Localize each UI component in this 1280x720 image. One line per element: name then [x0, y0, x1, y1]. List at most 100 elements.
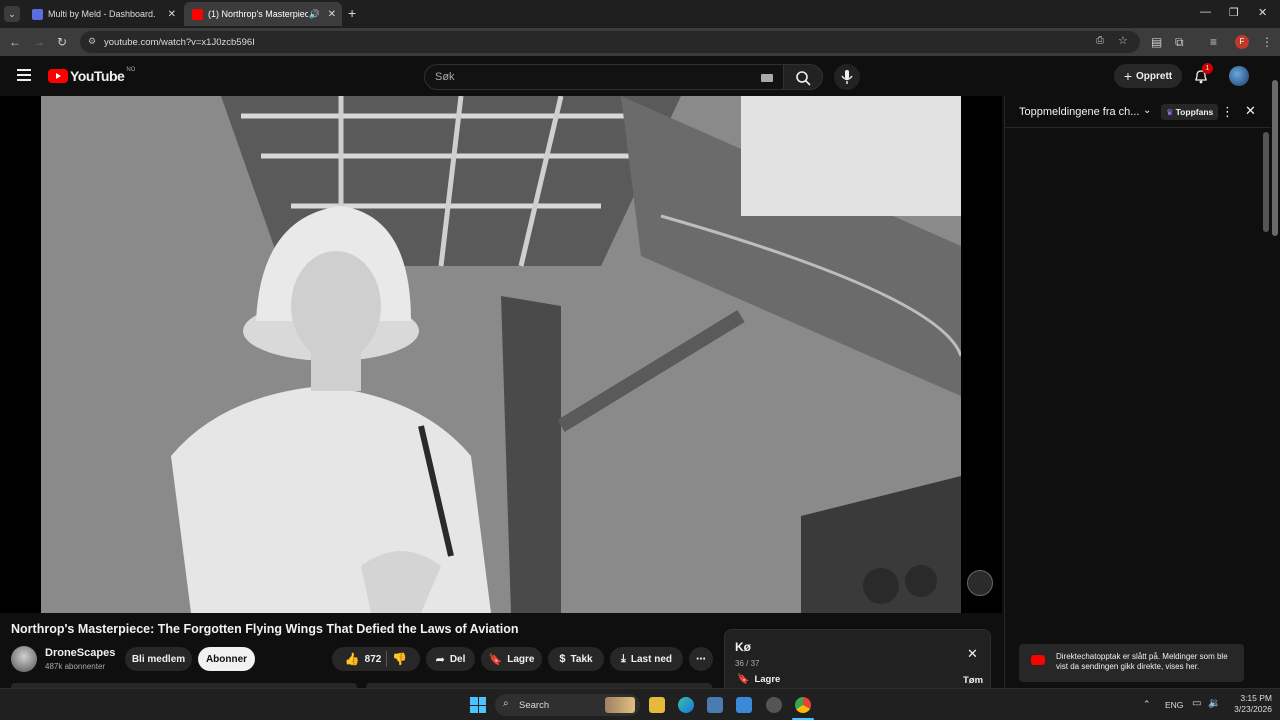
create-button[interactable]: + Opprett: [1114, 64, 1182, 88]
download-button[interactable]: ⤓ Last ned: [610, 647, 683, 671]
tab-title: Multi by Meld - Dashboard.: [48, 9, 156, 19]
edge-browser-icon[interactable]: [678, 697, 694, 713]
taskbar-search-label: Search: [519, 699, 550, 711]
video-frame[interactable]: [41, 96, 961, 613]
search-button[interactable]: [783, 64, 823, 90]
chat-scrollbar[interactable]: [1263, 132, 1269, 232]
meld-favicon-icon: [32, 8, 43, 20]
channel-name[interactable]: DroneScapes: [45, 647, 115, 659]
join-button[interactable]: Bli medlem: [125, 647, 192, 671]
subscriber-count: 487k abonnenter: [45, 662, 106, 671]
like-button[interactable]: 👍 872: [345, 652, 382, 666]
more-actions-button[interactable]: ⋯: [689, 647, 713, 671]
video-player[interactable]: [0, 96, 1002, 613]
create-label: Opprett: [1136, 70, 1173, 82]
queue-title: Kø: [735, 640, 751, 654]
tab-search-button[interactable]: ⌄: [4, 6, 20, 22]
notifications-button[interactable]: 1: [1193, 63, 1213, 89]
queue-position: 36 / 37: [735, 659, 760, 668]
download-label: Last ned: [630, 653, 672, 665]
youtube-favicon-icon: [192, 8, 203, 20]
browser-toolbar: ← → ↻ ⚙ youtube.com/watch?v=x1J0zcb596I …: [0, 28, 1280, 56]
restore-icon[interactable]: ❐: [1229, 6, 1239, 19]
chat-more-icon[interactable]: ⋮: [1221, 104, 1234, 120]
app-icon[interactable]: [707, 697, 723, 713]
search-input[interactable]: Søk: [424, 64, 784, 90]
like-dislike-group: 👍 872 👎: [332, 647, 420, 671]
clock-time: 3:15 PM: [1240, 693, 1272, 703]
chevron-down-icon[interactable]: ⌄: [1143, 105, 1151, 116]
chrome-icon[interactable]: [795, 697, 811, 713]
share-button[interactable]: ➦ Del: [426, 647, 475, 671]
top-fans-badge[interactable]: ♛ Toppfans: [1161, 104, 1219, 120]
close-window-icon[interactable]: ✕: [1258, 6, 1267, 19]
reload-icon[interactable]: ↻: [57, 35, 67, 49]
account-avatar[interactable]: [1229, 66, 1249, 86]
app-icon[interactable]: [736, 697, 752, 713]
notification-count-badge: 1: [1202, 63, 1213, 74]
thanks-button[interactable]: $ Takk: [548, 647, 604, 671]
volume-icon[interactable]: 🔉: [1208, 698, 1220, 709]
install-app-icon[interactable]: ⎙: [1096, 35, 1104, 46]
region-code: NO: [126, 67, 136, 73]
chat-filter-label[interactable]: Toppmeldingene fra ch...: [1019, 106, 1139, 118]
language-indicator[interactable]: ENG: [1165, 700, 1183, 710]
channel-avatar[interactable]: [11, 646, 37, 672]
search-placeholder: Søk: [435, 71, 455, 83]
forward-icon[interactable]: →: [33, 35, 45, 49]
bookmark-star-icon[interactable]: ☆: [1118, 34, 1128, 47]
tab-title: (1) Northrop's Masterpiece: [208, 9, 308, 19]
search-highlight-image: [605, 697, 635, 713]
youtube-logo[interactable]: YouTube NO: [48, 67, 136, 84]
queue-panel: Kø 36 / 37 ✕ 🔖 Lagre Tøm: [724, 629, 991, 691]
like-count: 872: [364, 653, 382, 665]
top-fans-label: Toppfans: [1175, 107, 1214, 117]
youtube-logo-text: YouTube: [70, 68, 125, 84]
close-tab-icon[interactable]: ✕: [328, 9, 336, 20]
search-icon: [796, 71, 811, 86]
page-scrollbar-thumb[interactable]: [1272, 80, 1278, 236]
dislike-button[interactable]: 👎: [392, 652, 407, 666]
queue-clear-button[interactable]: Tøm: [963, 675, 983, 686]
youtube-header: YouTube NO Søk + Opprett 1: [0, 56, 1280, 96]
extensions-icon[interactable]: ⧉: [1175, 35, 1184, 49]
profile-avatar[interactable]: F: [1235, 35, 1249, 49]
taskbar-search[interactable]: ⌕ Search: [495, 694, 640, 716]
browser-tab-strip: ⌄ Multi by Meld - Dashboard. ✕ (1) North…: [0, 0, 1280, 28]
windows-taskbar: ⌕ Search ⌃ ENG ▭ 🔉 3:15 PM 3/23/2026: [0, 688, 1280, 720]
back-icon[interactable]: ←: [9, 35, 21, 49]
subscribe-button[interactable]: Abonner: [198, 647, 255, 671]
app-icon[interactable]: [766, 697, 782, 713]
browser-menu-icon[interactable]: ⋮: [1261, 35, 1273, 49]
live-chat-panel: Toppmeldingene fra ch... ⌄ ♛ Toppfans ⋮ …: [1004, 96, 1271, 688]
new-tab-icon[interactable]: +: [348, 5, 356, 21]
keyboard-icon[interactable]: [761, 74, 773, 82]
close-tab-icon[interactable]: ✕: [168, 9, 176, 20]
tab-meld-dashboard[interactable]: Multi by Meld - Dashboard. ✕: [24, 2, 182, 26]
clock[interactable]: 3:15 PM 3/23/2026: [1228, 693, 1272, 715]
site-info-icon[interactable]: ⚙: [88, 36, 96, 47]
chat-notice-text: Direktechatopptak er slått på. Meldinger…: [1056, 652, 1228, 671]
address-bar[interactable]: ⚙ youtube.com/watch?v=x1J0zcb596I ⎙ ☆: [80, 31, 1140, 53]
start-button[interactable]: [470, 697, 486, 713]
page-scrollbar[interactable]: [1271, 72, 1279, 684]
queue-save-button[interactable]: 🔖 Lagre: [737, 674, 780, 685]
save-button[interactable]: 🔖 Lagre: [481, 647, 542, 671]
hamburger-menu-icon[interactable]: [17, 69, 31, 81]
channel-watermark[interactable]: [967, 570, 993, 596]
minimize-icon[interactable]: —: [1200, 6, 1211, 18]
queue-save-label: Lagre: [754, 674, 781, 685]
reading-list-icon[interactable]: ≡: [1210, 35, 1217, 49]
file-explorer-icon[interactable]: [649, 697, 665, 713]
close-queue-icon[interactable]: ✕: [967, 646, 978, 662]
voice-search-button[interactable]: [834, 64, 860, 90]
join-label: Bli medlem: [131, 653, 186, 665]
chat-replay-notice: Direktechatopptak er slått på. Meldinger…: [1019, 644, 1244, 682]
audio-playing-icon[interactable]: 🔊: [309, 9, 320, 20]
close-chat-icon[interactable]: ✕: [1245, 103, 1256, 119]
tab-youtube-video[interactable]: (1) Northrop's Masterpiece 🔊 ✕: [184, 2, 342, 26]
tray-overflow-icon[interactable]: ⌃: [1143, 699, 1151, 710]
tab-groups-icon[interactable]: ▤: [1151, 35, 1162, 49]
clock-date: 3/23/2026: [1234, 704, 1272, 714]
network-icon[interactable]: ▭: [1192, 698, 1201, 709]
